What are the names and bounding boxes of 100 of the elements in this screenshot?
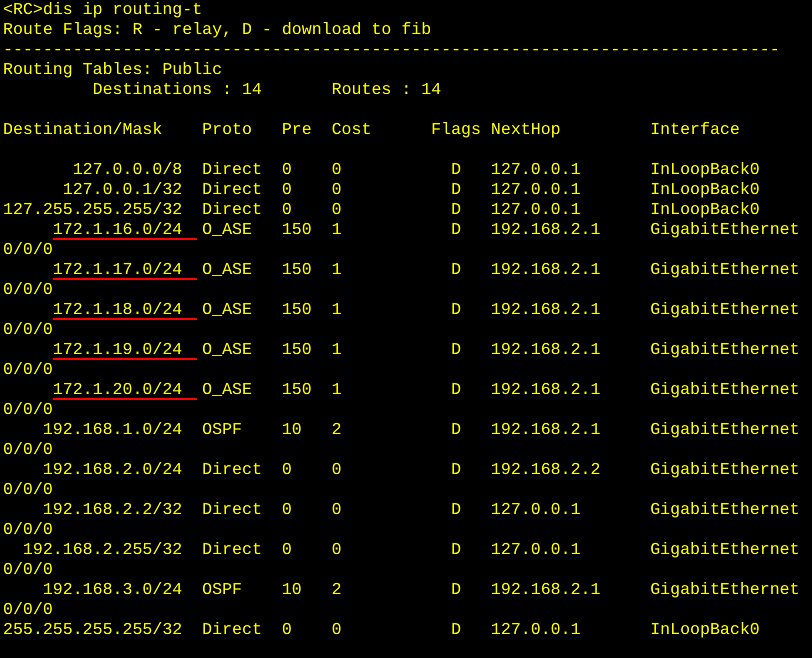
- protocol-cell: O_ASE: [202, 300, 252, 319]
- protocol-cell: OSPF: [202, 420, 242, 439]
- interface-cell: 0/0/0: [3, 560, 53, 580]
- next-hop-cell: 127.0.0.1: [490, 200, 581, 219]
- preference-cell: 10: [282, 420, 302, 439]
- cost-cell: 0: [332, 180, 342, 199]
- cost-cell: 1: [332, 380, 342, 399]
- destination-cell: 172.1.20.0/24: [52, 381, 198, 400]
- cost-cell: 0: [332, 540, 342, 559]
- next-hop-cell: 192.168.2.1: [490, 340, 600, 359]
- cost-cell: 2: [332, 580, 342, 599]
- column-header: Flags: [431, 120, 481, 139]
- destination-cell: 192.168.2.0/24: [42, 461, 182, 480]
- column-header: Destination/Mask: [3, 120, 162, 139]
- flags-legend: Route Flags: R - relay, D - download to fib: [3, 20, 432, 40]
- flag-cell: D: [451, 340, 462, 359]
- preference-cell: 150: [282, 260, 312, 279]
- destination-cell: 172.1.18.0/24: [52, 301, 198, 320]
- cost-cell: 0: [332, 500, 342, 519]
- cost-cell: 1: [332, 220, 342, 239]
- interface-cell: GigabitEthernet: [650, 260, 800, 279]
- next-hop-cell: 127.0.0.1: [490, 540, 581, 559]
- flag-cell: D: [451, 420, 462, 439]
- destination-cell: 192.168.3.0/24: [42, 581, 182, 600]
- preference-cell: 0: [282, 620, 292, 639]
- protocol-cell: Direct: [202, 540, 262, 559]
- protocol-cell: Direct: [202, 160, 262, 179]
- interface-cell: GigabitEthernet: [650, 220, 800, 239]
- interface-cell: InLoopBack0: [650, 200, 760, 219]
- interface-cell: GigabitEthernet: [650, 300, 800, 319]
- protocol-cell: OSPF: [202, 580, 242, 599]
- flag-cell: D: [451, 260, 462, 279]
- destination-cell: 255.255.255.255/32: [3, 621, 182, 640]
- protocol-cell: Direct: [202, 180, 262, 199]
- next-hop-cell: 192.168.2.1: [490, 300, 600, 319]
- interface-cell: 0/0/0: [3, 320, 53, 340]
- protocol-cell: Direct: [202, 200, 262, 219]
- interface-cell: GigabitEthernet: [650, 580, 800, 599]
- column-header: Proto: [202, 120, 252, 139]
- protocol-cell: Direct: [202, 620, 262, 639]
- destination-cell: 192.168.1.0/24: [42, 421, 182, 440]
- protocol-cell: O_ASE: [202, 220, 252, 239]
- separator-line: ------------------------------------------------------------------------------: [3, 40, 780, 60]
- interface-cell: 0/0/0: [3, 280, 53, 300]
- flag-cell: D: [451, 180, 462, 199]
- protocol-cell: Direct: [202, 500, 262, 519]
- destinations-count: Destinations : 14: [92, 80, 262, 100]
- destination-cell: 172.1.17.0/24: [52, 261, 198, 280]
- destination-cell: 127.0.0.0/8: [72, 161, 182, 180]
- interface-cell: 0/0/0: [3, 400, 53, 420]
- next-hop-cell: 192.168.2.1: [490, 220, 600, 239]
- flag-cell: D: [451, 220, 462, 239]
- preference-cell: 0: [282, 160, 292, 179]
- flag-cell: D: [451, 200, 462, 219]
- protocol-cell: Direct: [202, 460, 262, 479]
- cost-cell: 0: [332, 460, 342, 479]
- protocol-cell: O_ASE: [202, 340, 252, 359]
- interface-cell: InLoopBack0: [650, 160, 760, 179]
- column-header: Interface: [650, 120, 740, 139]
- cost-cell: 1: [332, 300, 342, 319]
- destination-cell: 192.168.2.2/32: [42, 501, 182, 520]
- preference-cell: 150: [282, 300, 312, 319]
- table-title: Routing Tables: Public: [3, 60, 222, 80]
- destination-cell: 127.0.0.1/32: [62, 181, 182, 200]
- next-hop-cell: 127.0.0.1: [490, 160, 581, 179]
- next-hop-cell: 192.168.2.2: [490, 460, 600, 479]
- interface-cell: 0/0/0: [3, 440, 53, 460]
- routes-count: Routes : 14: [332, 80, 442, 100]
- cost-cell: 0: [332, 620, 342, 639]
- interface-cell: GigabitEthernet: [650, 500, 800, 519]
- cost-cell: 2: [332, 420, 342, 439]
- flag-cell: D: [451, 540, 462, 559]
- preference-cell: 150: [282, 220, 312, 239]
- preference-cell: 150: [282, 340, 312, 359]
- flag-cell: D: [451, 300, 462, 319]
- interface-cell: 0/0/0: [3, 600, 53, 620]
- destination-cell: 172.1.19.0/24: [52, 341, 198, 360]
- destination-cell: 127.255.255.255/32: [3, 201, 182, 220]
- next-hop-cell: 192.168.2.1: [490, 380, 600, 399]
- column-header: Cost: [332, 120, 372, 139]
- next-hop-cell: 192.168.2.1: [490, 580, 600, 599]
- protocol-cell: O_ASE: [202, 380, 252, 399]
- interface-cell: 0/0/0: [3, 480, 53, 500]
- column-header: Pre: [282, 120, 312, 139]
- column-header: NextHop: [490, 120, 561, 139]
- next-hop-cell: 127.0.0.1: [490, 620, 581, 639]
- interface-cell: GigabitEthernet: [650, 420, 800, 439]
- destination-cell: 172.1.16.0/24: [52, 221, 198, 240]
- interface-cell: GigabitEthernet: [650, 460, 800, 479]
- flag-cell: D: [451, 580, 462, 599]
- next-hop-cell: 127.0.0.1: [490, 500, 581, 519]
- preference-cell: 10: [282, 580, 302, 599]
- next-hop-cell: 127.0.0.1: [490, 180, 581, 199]
- flag-cell: D: [451, 460, 462, 479]
- preference-cell: 0: [282, 540, 292, 559]
- preference-cell: 0: [282, 460, 292, 479]
- interface-cell: 0/0/0: [3, 360, 53, 380]
- flag-cell: D: [451, 500, 462, 519]
- preference-cell: 0: [282, 180, 292, 199]
- cost-cell: 0: [332, 200, 342, 219]
